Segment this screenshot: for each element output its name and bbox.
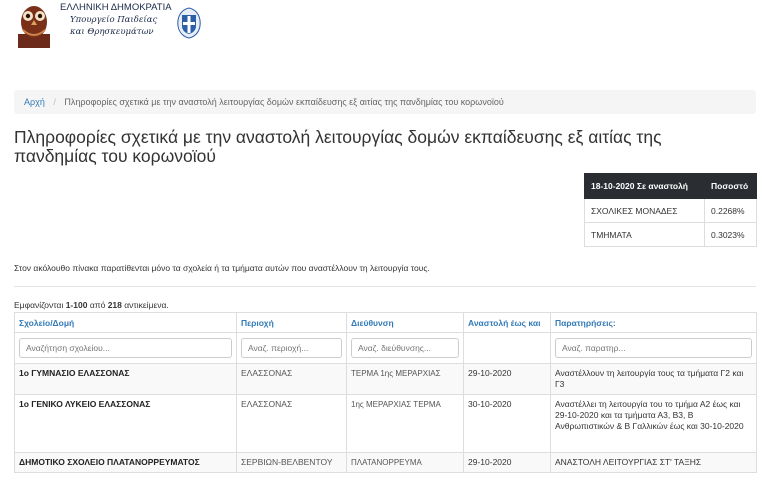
- suspension-stats-table: 18-10-2020 Σε αναστολή Ποσοστό ΣΧΟΛΙΚΕΣ …: [584, 173, 757, 247]
- breadcrumb: Αρχή / Πληροφορίες σχετικά με την αναστο…: [14, 90, 756, 114]
- stats-row: ΣΧΟΛΙΚΕΣ ΜΟΝΑΔΕΣ 0.2268%: [584, 198, 757, 223]
- owl-logo-icon[interactable]: [14, 0, 54, 50]
- region-cell: ΕΛΑΣΣΟΝΑΣ: [236, 363, 347, 395]
- greek-emblem-icon: [177, 7, 201, 39]
- table-row: ΔΗΜΟΤΙΚΟ ΣΧΟΛΕΙΟ ΠΛΑΤΑΝΟΡΡΕΥΜΑΤΟΣ ΣΕΡΒΙΩ…: [14, 452, 757, 473]
- address-cell: ΤΕΡΜΑ 1ης ΜΕΡΑΡΧΙΑΣ: [346, 363, 464, 395]
- column-header-region[interactable]: Περιοχή: [236, 312, 347, 333]
- intro-text: Στον ακόλουθο πίνακα παρατίθενται μόνο τ…: [14, 263, 430, 273]
- column-header-school[interactable]: Σχολείο/Δομή: [14, 312, 237, 333]
- summary-range: 1-100: [65, 300, 88, 310]
- stats-value: 0.3023%: [704, 222, 757, 247]
- breadcrumb-current: Πληροφορίες σχετικά με την αναστολή λειτ…: [64, 97, 504, 107]
- results-summary: Εμφανίζονται 1-100 από 218 αντικείμενα.: [14, 300, 169, 310]
- address-search-input[interactable]: [351, 338, 459, 358]
- notes-search-input[interactable]: [555, 338, 752, 358]
- ministry-line-1: Υπουργείο Παιδείας: [70, 15, 158, 25]
- region-cell: ΕΛΑΣΣΟΝΑΣ: [236, 394, 347, 453]
- school-search-input[interactable]: [19, 338, 232, 358]
- summary-middle: από: [87, 300, 108, 310]
- until-filter-empty: [463, 332, 551, 364]
- table-row: 1ο ΓΕΝΙΚΟ ΛΥΚΕΙΟ ΕΛΑΣΣΟΝΑΣ ΕΛΑΣΣΟΝΑΣ 1ης…: [14, 394, 757, 453]
- column-header-until[interactable]: Αναστολή έως και: [463, 312, 551, 333]
- stats-header-percentage: Ποσοστό: [704, 173, 757, 199]
- school-cell: 1ο ΓΥΜΝΑΣΙΟ ΕΛΑΣΣΟΝΑΣ: [14, 363, 237, 395]
- school-cell: ΔΗΜΟΤΙΚΟ ΣΧΟΛΕΙΟ ΠΛΑΤΑΝΟΡΡΕΥΜΑΤΟΣ: [14, 452, 237, 473]
- divider: [14, 286, 756, 287]
- schools-table: Σχολείο/Δομή Περιοχή Διεύθυνση Αναστολή …: [14, 312, 757, 473]
- stats-header-date: 18-10-2020 Σε αναστολή: [584, 173, 705, 199]
- republic-label: ΕΛΛΗΝΙΚΗ ΔΗΜΟΚΡΑΤΙΑ: [60, 2, 172, 13]
- stats-row: ΤΜΗΜΑΤΑ 0.3023%: [584, 222, 757, 247]
- school-cell: 1ο ΓΕΝΙΚΟ ΛΥΚΕΙΟ ΕΛΑΣΣΟΝΑΣ: [14, 394, 237, 453]
- region-search-input[interactable]: [241, 338, 342, 358]
- stats-value: 0.2268%: [704, 198, 757, 223]
- breadcrumb-home-link[interactable]: Αρχή: [24, 97, 45, 107]
- stats-label: ΤΜΗΜΑΤΑ: [584, 222, 705, 247]
- summary-prefix: Εμφανίζονται: [14, 300, 66, 310]
- summary-suffix: αντικείμενα.: [121, 300, 169, 310]
- column-header-address[interactable]: Διεύθυνση: [346, 312, 464, 333]
- summary-total: 218: [107, 300, 122, 310]
- breadcrumb-separator: /: [53, 97, 56, 107]
- notes-cell: Αναστέλλουν τη λειτουργία τους τα τμήματ…: [550, 363, 757, 395]
- column-header-notes[interactable]: Παρατηρήσεις:: [550, 312, 757, 333]
- site-header: ΕΛΛΗΝΙΚΗ ΔΗΜΟΚΡΑΤΙΑ Υπουργείο Παιδείας κ…: [14, 0, 214, 52]
- address-cell: ΠΛΑΤΑΝΟΡΡΕΥΜΑ: [346, 452, 464, 473]
- region-cell: ΣΕΡΒΙΩΝ-ΒΕΛΒΕΝΤΟΥ: [236, 452, 347, 473]
- notes-cell: ΑΝΑΣΤΟΛΗ ΛΕΙΤΟΥΡΓΙΑΣ ΣΤ' ΤΑΞΗΣ: [550, 452, 757, 473]
- table-header-row: Σχολείο/Δομή Περιοχή Διεύθυνση Αναστολή …: [14, 312, 757, 333]
- table-row: 1ο ΓΥΜΝΑΣΙΟ ΕΛΑΣΣΟΝΑΣ ΕΛΑΣΣΟΝΑΣ ΤΕΡΜΑ 1η…: [14, 363, 757, 395]
- notes-cell: Αναστέλλει τη λειτουργία του το τμήμα Α2…: [550, 394, 757, 453]
- filter-row: [14, 332, 757, 364]
- page-title: Πληροφορίες σχετικά με την αναστολή λειτ…: [14, 127, 662, 166]
- ministry-line-2: και Θρησκευμάτων: [70, 27, 154, 37]
- until-cell: 29-10-2020: [463, 452, 551, 473]
- ministry-name: ΕΛΛΗΝΙΚΗ ΔΗΜΟΚΡΑΤΙΑ Υπουργείο Παιδείας κ…: [60, 2, 172, 38]
- stats-label: ΣΧΟΛΙΚΕΣ ΜΟΝΑΔΕΣ: [584, 198, 705, 223]
- until-cell: 29-10-2020: [463, 363, 551, 395]
- address-cell: 1ης ΜΕΡΑΡΧΙΑΣ ΤΕΡΜΑ: [346, 394, 464, 453]
- until-cell: 30-10-2020: [463, 394, 551, 453]
